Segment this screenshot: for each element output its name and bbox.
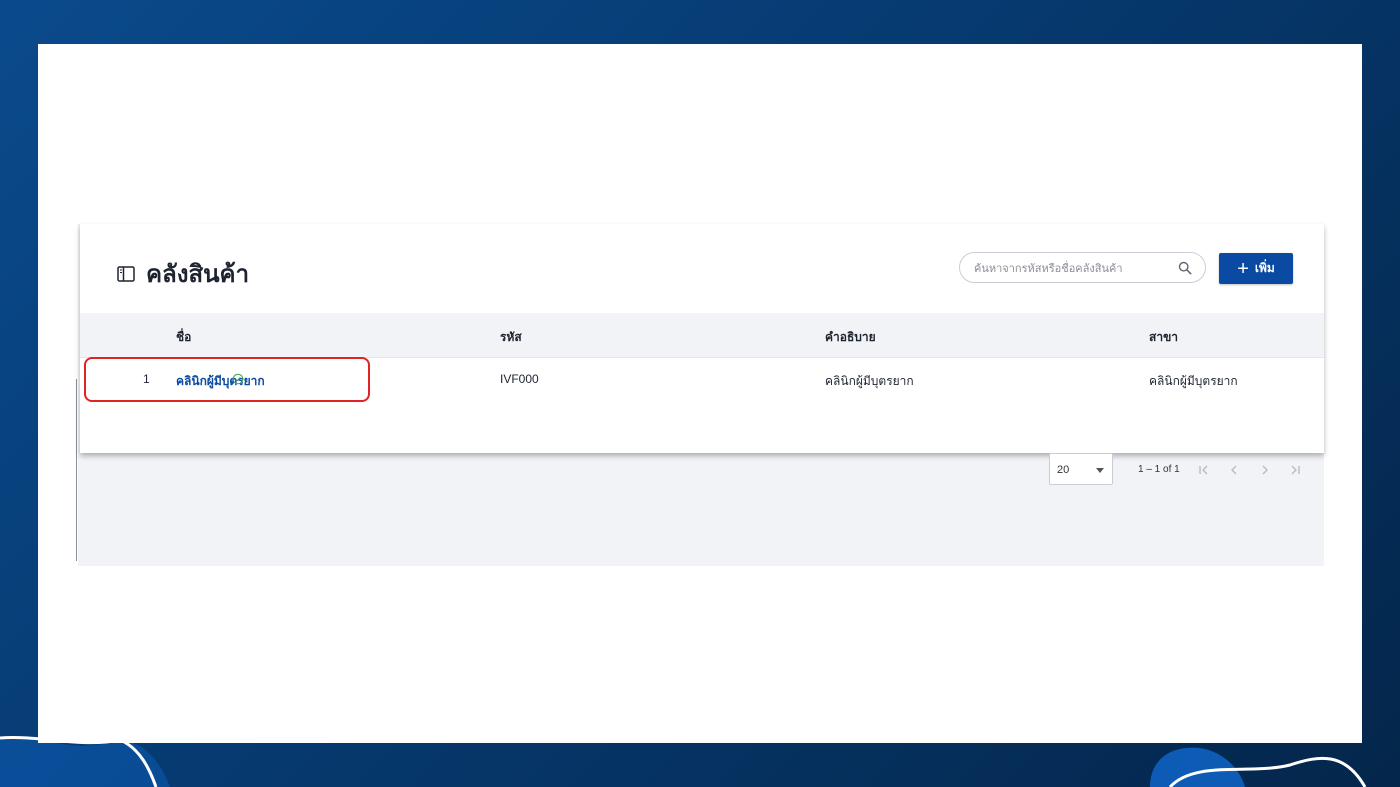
column-header-name[interactable]: ชื่อ [176, 328, 191, 347]
page-size-value: 20 [1057, 464, 1070, 476]
highlight-annotation [84, 357, 370, 402]
first-page-icon[interactable] [1197, 463, 1211, 477]
next-page-icon[interactable] [1258, 463, 1272, 477]
warehouse-table-container: คลังสินค้า + เพิ่ม ชื่อ รหัส คำอธิบาย สา… [80, 224, 1324, 485]
sidebar-panel-icon [117, 265, 135, 282]
panel-divider [76, 379, 77, 561]
add-button[interactable]: + เพิ่ม [1219, 253, 1293, 284]
last-page-icon[interactable] [1288, 463, 1302, 477]
table-header: ชื่อ รหัส คำอธิบาย สาขา [80, 313, 1324, 358]
warehouse-description: คลินิกผู้มีบุตรยาก [825, 374, 914, 388]
search-icon[interactable] [1178, 261, 1192, 275]
content-card: คลังสินค้า + เพิ่ม ชื่อ รหัส คำอธิบาย สา… [38, 44, 1362, 743]
pagination-range: 1 – 1 of 1 [1138, 464, 1180, 475]
search-box[interactable] [959, 252, 1206, 283]
page-header: คลังสินค้า [116, 254, 249, 293]
search-input[interactable] [972, 259, 1176, 279]
add-button-label: เพิ่ม [1254, 261, 1275, 275]
page-title: คลังสินค้า [146, 261, 250, 288]
caret-down-icon [1096, 468, 1104, 473]
plus-icon: + [1237, 257, 1249, 280]
column-header-branch[interactable]: สาขา [1149, 328, 1178, 347]
previous-page-icon[interactable] [1227, 463, 1241, 477]
column-header-description[interactable]: คำอธิบาย [825, 328, 876, 347]
column-header-code[interactable]: รหัส [500, 328, 522, 347]
warehouse-branch: คลินิกผู้มีบุตรยาก [1149, 374, 1238, 388]
page-size-select[interactable]: 20 [1049, 453, 1113, 485]
warehouse-code: IVF000 [500, 372, 539, 386]
